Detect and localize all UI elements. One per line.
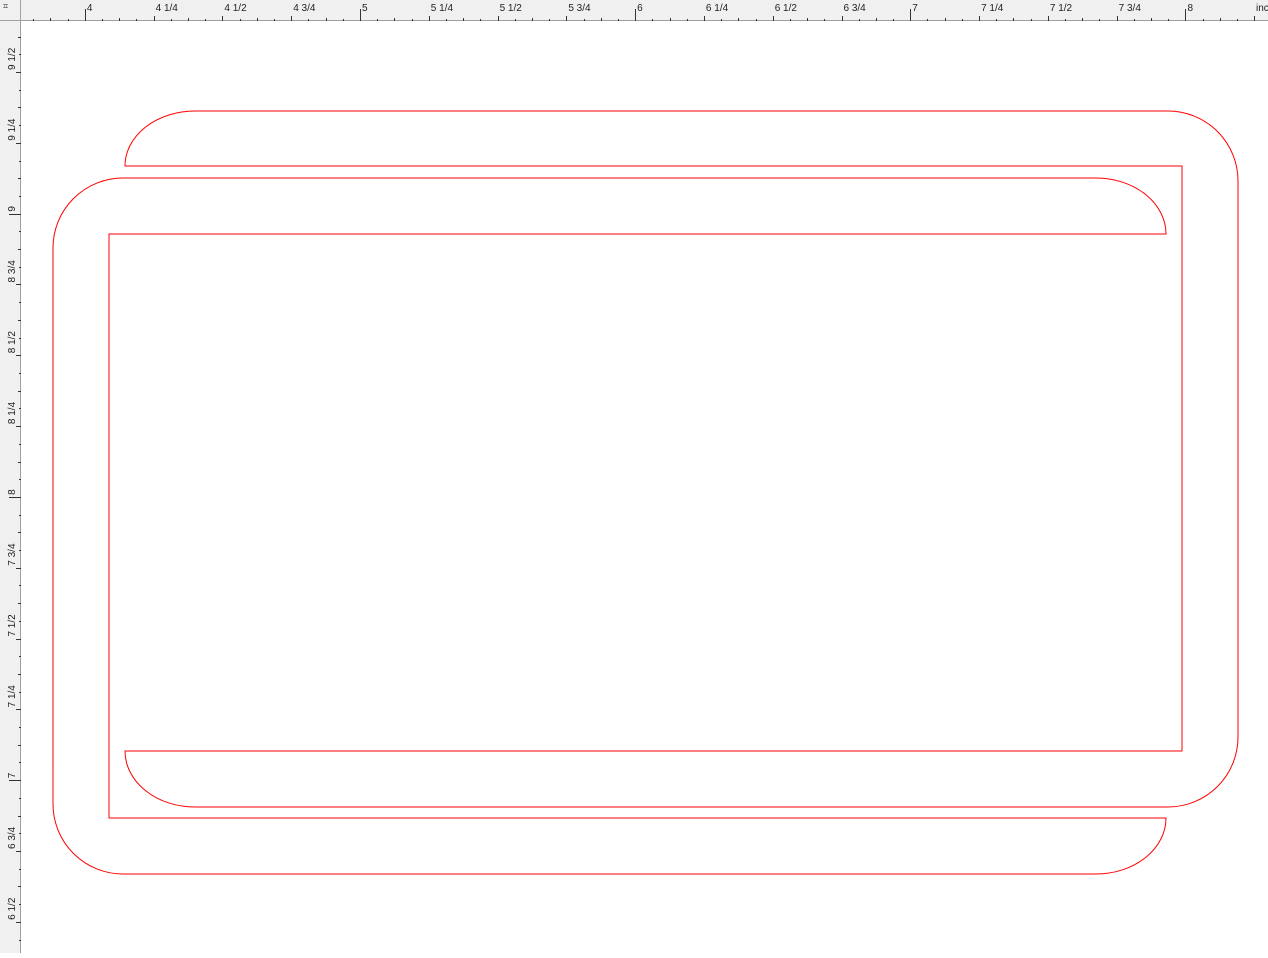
h-ruler-label: 4 1/2 — [224, 3, 247, 14]
horizontal-ruler[interactable]: 4 4 1/4 4 1/2 4 3/4 5 5 1/4 5 1/2 5 3/4 6 6 1/4 6 … — [21, 0, 1268, 21]
h-ruler-label: 6 — [637, 3, 643, 14]
lower-u-shape[interactable] — [52, 177, 1167, 875]
v-ruler-label: 8 — [7, 489, 18, 495]
h-ruler-label: 8 — [1187, 3, 1193, 14]
h-ruler-label: 6 1/2 — [775, 3, 798, 14]
v-ruler-label: 8 1/2 — [7, 331, 18, 354]
h-ruler-label: 5 1/2 — [500, 3, 523, 14]
h-ruler-label: 4 1/4 — [156, 3, 179, 14]
v-ruler-label: 7 — [7, 772, 18, 778]
v-ruler-label: 9 1/2 — [7, 47, 18, 70]
drawing-surface — [52, 110, 1239, 875]
h-ruler-label: 6 1/4 — [706, 3, 729, 14]
v-ruler-label: 6 3/4 — [7, 826, 18, 849]
v-ruler-label: 6 1/2 — [7, 897, 18, 920]
vertical-ruler[interactable]: 9 1/2 9 1/4 9 8 3/4 8 1/2 8 1/4 8 7 3/4 7 1/2 7 1… — [0, 21, 21, 953]
h-ruler-label: 5 3/4 — [568, 3, 591, 14]
h-ruler-label: 5 — [362, 3, 368, 14]
drawing-canvas[interactable] — [21, 21, 1268, 953]
horizontal-ruler-scale: 4 4 1/4 4 1/2 4 3/4 5 5 1/4 5 1/2 5 3/4 6 6 1/4 6 … — [33, 3, 1268, 21]
h-ruler-label: 6 3/4 — [844, 3, 867, 14]
v-ruler-label: 9 — [7, 206, 18, 212]
h-ruler-unit-label: inc — [1256, 3, 1268, 14]
v-ruler-label: 7 3/4 — [7, 543, 18, 566]
ruler-origin-corner[interactable]: ⌗ — [0, 0, 21, 21]
h-ruler-label: 5 1/4 — [431, 3, 454, 14]
h-ruler-label: 4 3/4 — [293, 3, 316, 14]
v-ruler-label: 8 3/4 — [7, 260, 18, 283]
vertical-ruler-scale: 9 1/2 9 1/4 9 8 3/4 8 1/2 8 1/4 8 7 3/4 7 1/2 7 1… — [7, 37, 21, 941]
v-ruler-label: 7 1/4 — [7, 685, 18, 708]
v-ruler-label: 7 1/2 — [7, 614, 18, 637]
h-ruler-label: 7 3/4 — [1119, 3, 1142, 14]
h-ruler-label: 7 1/2 — [1050, 3, 1073, 14]
origin-crosshair-icon: ⌗ — [3, 1, 9, 11]
upper-u-shape[interactable] — [124, 110, 1239, 808]
h-ruler-label: 7 — [912, 3, 918, 14]
h-ruler-label: 7 1/4 — [981, 3, 1004, 14]
h-ruler-label: 4 — [87, 3, 93, 14]
v-ruler-label: 8 1/4 — [7, 401, 18, 424]
v-ruler-label: 9 1/4 — [7, 118, 18, 141]
